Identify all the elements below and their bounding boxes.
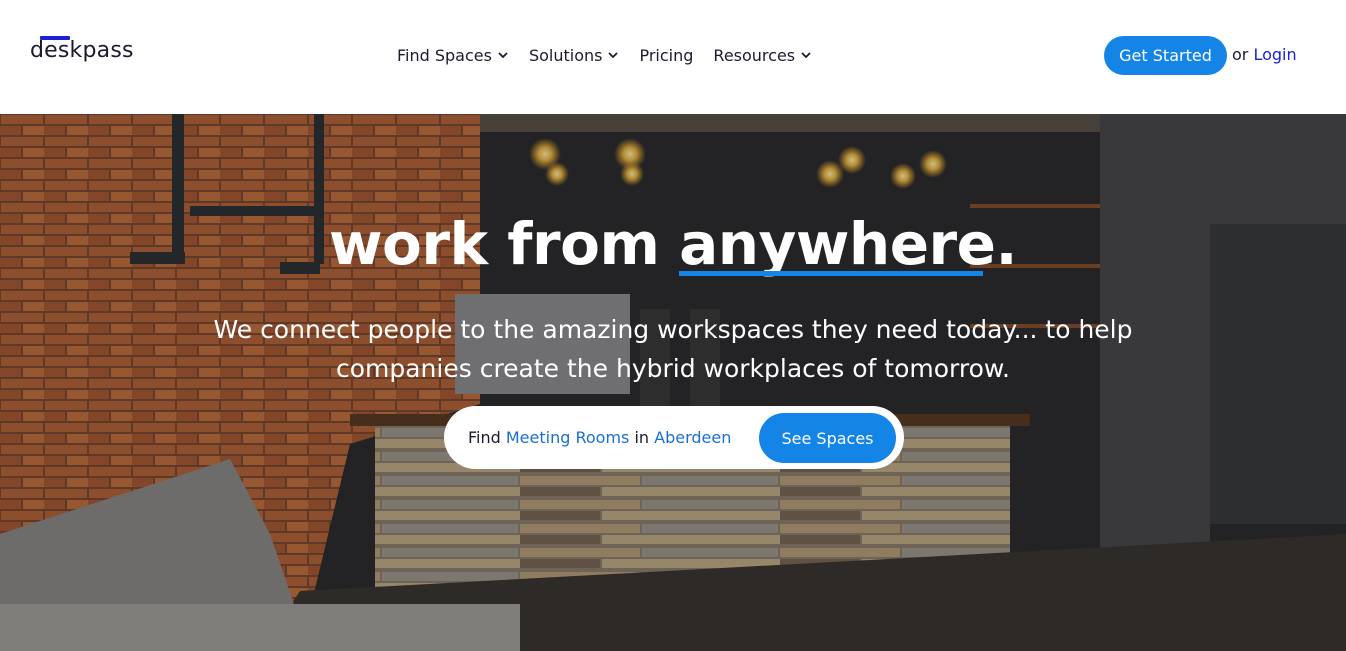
nav-resources-label: Resources xyxy=(713,45,796,65)
hero-subtitle: We connect people to the amazing workspa… xyxy=(213,315,1133,383)
hero-title-highlight: anywhere xyxy=(679,210,996,278)
site-header: deskpass Find Spaces Solutions Pricing R… xyxy=(0,0,1346,114)
hero-title-dot: . xyxy=(995,210,1018,278)
space-search-bar: Find Meeting Rooms in Aberdeen See Space… xyxy=(444,406,904,469)
chevron-down-icon xyxy=(608,52,619,59)
nav-pricing[interactable]: Pricing xyxy=(639,44,693,66)
main-nav: Find Spaces Solutions Pricing Resources xyxy=(397,44,832,66)
find-label: Find xyxy=(468,428,501,447)
nav-find-spaces-label: Find Spaces xyxy=(397,45,492,65)
hero-section: work from anywhere. We connect people to… xyxy=(0,114,1346,651)
nav-solutions-label: Solutions xyxy=(528,45,603,65)
nav-resources[interactable]: Resources xyxy=(713,44,812,66)
hero-title: work from anywhere. xyxy=(0,210,1346,278)
hero-title-pre: work from xyxy=(328,210,660,278)
see-spaces-button[interactable]: See Spaces xyxy=(759,413,896,463)
login-link[interactable]: Login xyxy=(1253,45,1296,64)
get-started-button[interactable]: Get Started xyxy=(1104,36,1227,75)
logo[interactable]: deskpass xyxy=(30,38,134,63)
nav-pricing-label: Pricing xyxy=(639,45,694,65)
nav-find-spaces[interactable]: Find Spaces xyxy=(397,44,509,66)
chevron-down-icon xyxy=(498,52,508,59)
in-label: in xyxy=(634,428,650,447)
chevron-down-icon xyxy=(801,52,811,59)
space-type-selector[interactable]: Meeting Rooms xyxy=(506,428,630,447)
or-text: or xyxy=(1232,45,1249,64)
search-sentence: Find Meeting Rooms in Aberdeen xyxy=(468,428,731,447)
city-selector[interactable]: Aberdeen xyxy=(654,428,731,447)
login-area: or Login xyxy=(1232,45,1297,64)
nav-solutions[interactable]: Solutions xyxy=(529,44,620,66)
